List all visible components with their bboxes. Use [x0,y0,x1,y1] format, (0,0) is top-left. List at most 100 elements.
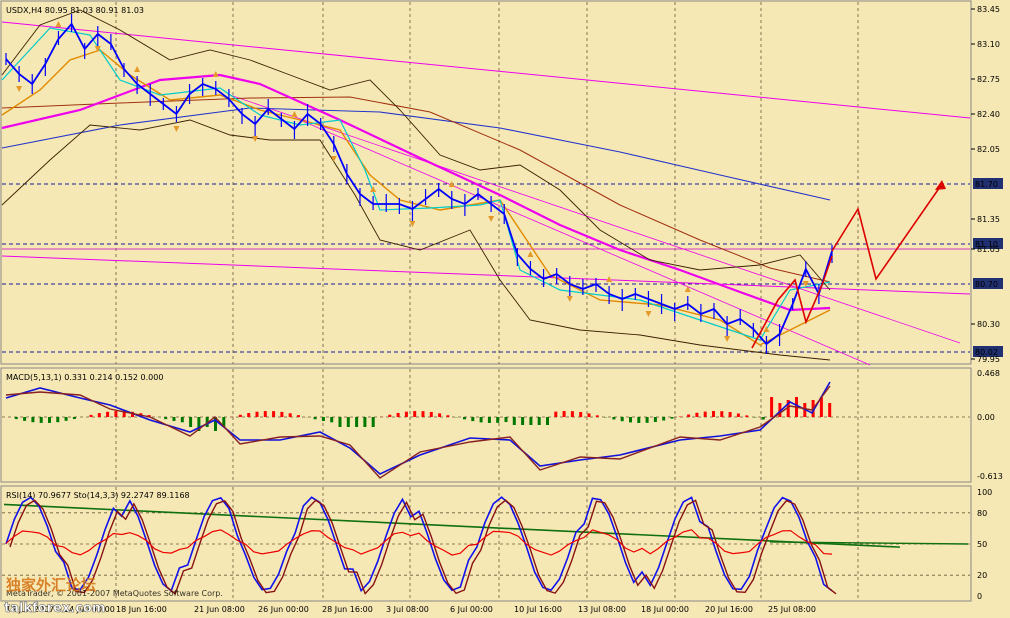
macd-histogram-bar [421,411,425,417]
macd-histogram-bar [695,412,699,417]
macd-histogram-bar [653,417,657,422]
time-tick-label: 25 Jul 08:00 [768,605,816,614]
macd-histogram-bar [371,417,375,427]
trading-chart: 0.468 0.00 -0.613 100 80 50 20 0 83.45 83.10 82.… [0,0,1003,616]
macd-histogram-bar [487,417,491,423]
macd-histogram-bar [736,413,740,417]
macd-histogram-bar [504,417,508,423]
macd-histogram-bar [388,414,392,417]
macd-histogram-bar [114,411,118,417]
macd-histogram-bar [355,417,359,427]
time-tick-label: 18 Jun 16:00 [116,605,167,614]
price-tick-label: 80.30 [977,320,1000,329]
macd-histogram-bar [23,417,27,421]
macd-histogram-bar [263,411,267,417]
macd-tick-label: 0.00 [977,413,995,422]
macd-histogram-bar [280,411,284,417]
macd-histogram-bar [570,411,574,417]
time-tick-label: 20 Jul 16:00 [705,605,753,614]
macd-histogram-bar [39,417,43,423]
time-tick-label: 21 Jun 08:00 [194,605,245,614]
macd-histogram-bar [828,403,832,417]
macd-histogram-bar [587,413,591,417]
macd-histogram-bar [670,417,674,419]
macd-histogram-bar [404,411,408,417]
macd-histogram-bar [89,414,93,417]
macd-histogram-bar [272,411,276,417]
price-tick-label: 83.10 [977,40,1000,49]
rsi-tick-label: 20 [977,571,987,580]
macd-histogram-bar [546,417,549,425]
symbol-header: USDX,H4 80.95 81.03 80.91 81.03 [6,6,144,15]
macd-histogram-bar [770,397,774,417]
macd-histogram-bar [14,417,18,420]
watermark-cn: 独家外汇论坛 [6,576,96,594]
macd-histogram-bar [172,417,176,421]
time-tick-label: 10 Jul 16:00 [514,605,562,614]
price-tick-label: 82.40 [977,110,1000,119]
macd-histogram-bar [761,417,765,420]
price-tick-label: 79.95 [977,355,1000,364]
rsi-tick-label: 0 [977,592,982,601]
rsi-header: RSI(14) 70.9677 Sto(14,3,3) 92.2747 89.1… [6,491,190,500]
price-tick-label: 81.05 [977,245,1000,254]
macd-histogram-bar [429,411,433,417]
macd-histogram-bar [463,417,466,420]
macd-histogram-bar [255,411,259,417]
macd-histogram-bar [471,417,475,422]
macd-header: MACD(5,13,1) 0.331 0.214 0.152 0.000 [6,373,163,382]
macd-histogram-bar [745,415,749,417]
price-tick-label: 81.70 [975,180,998,189]
macd-histogram-bar [753,417,757,418]
macd-histogram-bar [579,412,583,417]
macd-histogram-bar [703,411,707,417]
macd-histogram-bar [712,411,715,417]
macd-histogram-bar [48,417,51,423]
macd-histogram-bar [247,413,251,417]
macd-histogram-bar [479,417,483,423]
macd-histogram-bar [662,417,666,421]
macd-histogram-bar [363,417,367,427]
macd-histogram-bar [321,417,325,422]
macd-histogram-bar [720,411,724,417]
price-tick-label: 81.35 [977,215,1000,224]
rsi-tick-label: 100 [977,488,992,497]
macd-histogram-bar [297,415,300,417]
macd-histogram-bar [554,411,558,417]
macd-histogram-bar [438,413,442,417]
price-tick-label: 83.45 [977,5,1000,14]
macd-histogram-bar [164,417,168,420]
macd-histogram-bar [728,412,732,417]
rsi-tick-label: 50 [977,540,987,549]
watermark-site: talkforex.com [4,601,105,616]
macd-histogram-bar [180,417,184,423]
macd-histogram-bar [396,412,400,417]
macd-histogram-bar [612,417,616,420]
macd-histogram-bar [106,411,110,417]
macd-histogram-bar [629,417,632,423]
macd-histogram-bar [189,417,193,427]
price-axis: 83.4583.1082.7582.4082.0581.7081.3581.10… [971,5,1003,364]
macd-histogram-bar [512,417,516,425]
price-panel [0,0,972,365]
macd-histogram-bar [645,417,649,423]
price-tick-label: 80.70 [975,280,998,289]
macd-histogram-bar [446,415,450,417]
time-tick-label: 13 Jul 08:00 [578,605,626,614]
macd-histogram-bar [537,417,541,425]
macd-histogram-bar [637,417,641,423]
macd-histogram-bar [413,411,417,417]
macd-histogram-bar [64,417,68,421]
macd-histogram-bar [56,417,60,423]
macd-histogram-bar [496,417,500,423]
macd-histogram-bar [562,411,566,417]
macd-histogram-bar [529,417,533,425]
macd-histogram-bar [97,413,101,417]
time-tick-label: 18 Jul 00:00 [641,605,689,614]
macd-histogram-bar [288,413,292,417]
macd-histogram-bar [346,417,350,427]
macd-histogram-bar [313,417,317,420]
price-tick-label: 82.75 [977,75,1000,84]
macd-histogram-bar [330,417,334,423]
macd-histogram-bar [687,414,691,417]
